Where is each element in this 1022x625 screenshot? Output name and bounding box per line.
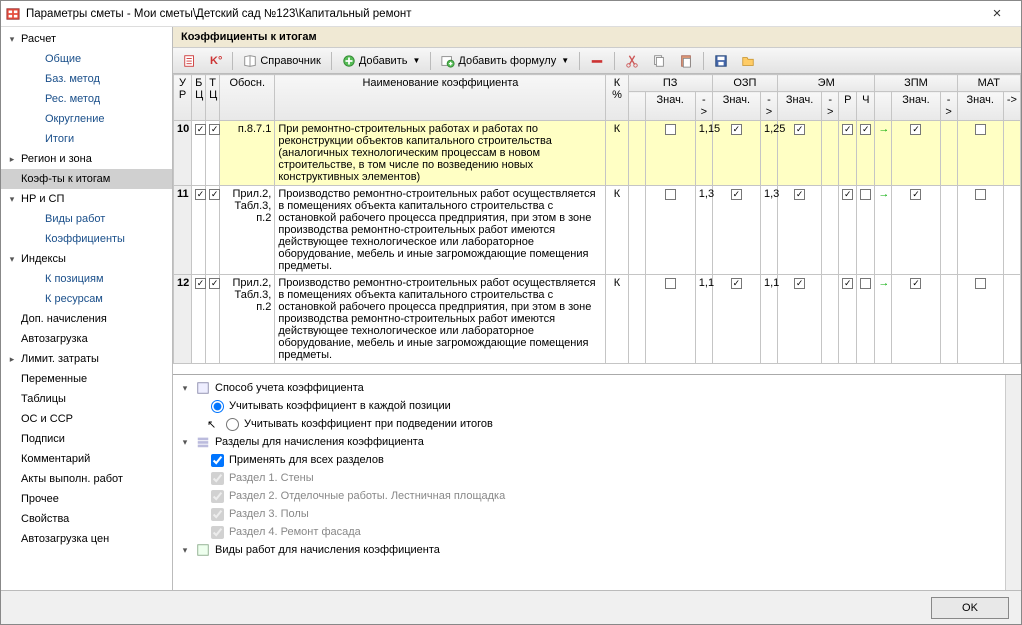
radio-each-position[interactable]: [211, 400, 224, 413]
paste-button[interactable]: [673, 51, 699, 71]
sidebar-tree: ▾РасчетОбщиеБаз. методРес. методОкруглен…: [1, 27, 173, 590]
delete-button[interactable]: [584, 51, 610, 71]
sections-header: Разделы для начисления коэффициента: [215, 436, 424, 448]
sidebar-item[interactable]: Доп. начисления: [1, 309, 172, 329]
checkbox[interactable]: [910, 124, 921, 135]
options-panel: ▾Способ учета коэффициента Учитывать коэ…: [173, 375, 1005, 590]
sidebar-item[interactable]: Переменные: [1, 369, 172, 389]
checkbox[interactable]: [665, 189, 676, 200]
check-section-1: [211, 472, 224, 485]
checkbox[interactable]: [975, 278, 986, 289]
accounting-method-header: Способ учета коэффициента: [215, 382, 364, 394]
checkbox[interactable]: [860, 278, 871, 289]
copy-button[interactable]: [646, 51, 672, 71]
section-header: Коэффициенты к итогам: [173, 27, 1021, 48]
toolbar: K° Справочник Добавить▼ Добавить формулу…: [173, 48, 1021, 74]
app-icon: [5, 6, 21, 22]
sidebar-item[interactable]: Таблицы: [1, 389, 172, 409]
sidebar-item[interactable]: Баз. метод: [1, 69, 172, 89]
sidebar-item[interactable]: Акты выполн. работ: [1, 469, 172, 489]
footer: OK: [1, 590, 1021, 624]
checkbox[interactable]: [731, 124, 742, 135]
sidebar-item[interactable]: Рес. метод: [1, 89, 172, 109]
grid-row[interactable]: 11Прил.2,Табл.3,п.2Производство ремонтно…: [174, 186, 1021, 275]
checkbox[interactable]: [860, 124, 871, 135]
sidebar-item[interactable]: Виды работ: [1, 209, 172, 229]
checkbox[interactable]: [975, 189, 986, 200]
open-button[interactable]: [735, 51, 761, 71]
scrollbar[interactable]: [1005, 375, 1021, 590]
window-title: Параметры сметы - Мои сметы\Детский сад …: [26, 8, 977, 20]
checkbox[interactable]: [731, 189, 742, 200]
checkbox[interactable]: [794, 124, 805, 135]
checkbox[interactable]: [195, 278, 206, 289]
sidebar-item[interactable]: Итоги: [1, 129, 172, 149]
sidebar-item[interactable]: ▾Расчет: [1, 29, 172, 49]
sidebar-item[interactable]: Свойства: [1, 509, 172, 529]
sidebar-item[interactable]: Подписи: [1, 429, 172, 449]
worktypes-icon: [196, 543, 210, 557]
grid-row[interactable]: 10п.8.7.1При ремонтно-строительных работ…: [174, 121, 1021, 186]
ok-button[interactable]: OK: [931, 597, 1009, 619]
sidebar-item[interactable]: ▾НР и СП: [1, 189, 172, 209]
sidebar-item[interactable]: ▸Лимит. затраты: [1, 349, 172, 369]
cut-button[interactable]: [619, 51, 645, 71]
add-formula-button[interactable]: Добавить формулу▼: [435, 51, 575, 71]
checkbox[interactable]: [794, 278, 805, 289]
save-button[interactable]: [708, 51, 734, 71]
sidebar-item[interactable]: Общие: [1, 49, 172, 69]
toolbar-btn-1[interactable]: [177, 51, 203, 71]
sidebar-item[interactable]: Коэффициенты: [1, 229, 172, 249]
checkbox[interactable]: [975, 124, 986, 135]
toolbar-btn-2[interactable]: K°: [204, 52, 228, 70]
checkbox[interactable]: [794, 189, 805, 200]
check-section-3: [211, 508, 224, 521]
check-section-2: [211, 490, 224, 503]
sections-icon: [196, 435, 210, 449]
radio-on-totals[interactable]: [226, 418, 239, 431]
checkbox[interactable]: [195, 124, 206, 135]
sidebar-item[interactable]: Автозагрузка цен: [1, 529, 172, 549]
checkbox[interactable]: [842, 124, 853, 135]
sidebar-item[interactable]: ▸Регион и зона: [1, 149, 172, 169]
sidebar-item[interactable]: Комментарий: [1, 449, 172, 469]
calc-icon: [196, 381, 210, 395]
checkbox[interactable]: [665, 278, 676, 289]
reference-button[interactable]: Справочник: [237, 51, 327, 71]
checkbox[interactable]: [209, 278, 220, 289]
sidebar-item[interactable]: Коэф-ты к итогам: [1, 169, 172, 189]
sidebar-item[interactable]: ▾Индексы: [1, 249, 172, 269]
grid-row[interactable]: 12Прил.2,Табл.3,п.2Производство ремонтно…: [174, 275, 1021, 364]
add-button[interactable]: Добавить▼: [336, 51, 427, 71]
coefficients-grid[interactable]: У Р Б Ц Т Ц Обосн. Наименование коэффици…: [173, 74, 1021, 375]
checkbox[interactable]: [860, 189, 871, 200]
check-section-4: [211, 526, 224, 539]
titlebar: Параметры сметы - Мои сметы\Детский сад …: [1, 1, 1021, 27]
sidebar-item[interactable]: ОС и ССР: [1, 409, 172, 429]
sidebar-item[interactable]: Автозагрузка: [1, 329, 172, 349]
work-types-header: Виды работ для начисления коэффициента: [215, 544, 440, 556]
sidebar-item[interactable]: Округление: [1, 109, 172, 129]
sidebar-item[interactable]: К ресурсам: [1, 289, 172, 309]
sidebar-item[interactable]: Прочее: [1, 489, 172, 509]
check-all-sections[interactable]: [211, 454, 224, 467]
checkbox[interactable]: [195, 189, 206, 200]
sidebar-item[interactable]: К позициям: [1, 269, 172, 289]
checkbox[interactable]: [209, 124, 220, 135]
checkbox[interactable]: [910, 278, 921, 289]
checkbox[interactable]: [842, 189, 853, 200]
checkbox[interactable]: [665, 124, 676, 135]
checkbox[interactable]: [910, 189, 921, 200]
checkbox[interactable]: [209, 189, 220, 200]
close-button[interactable]: ×: [977, 5, 1017, 22]
checkbox[interactable]: [842, 278, 853, 289]
checkbox[interactable]: [731, 278, 742, 289]
cursor-icon: ↖: [207, 418, 221, 431]
